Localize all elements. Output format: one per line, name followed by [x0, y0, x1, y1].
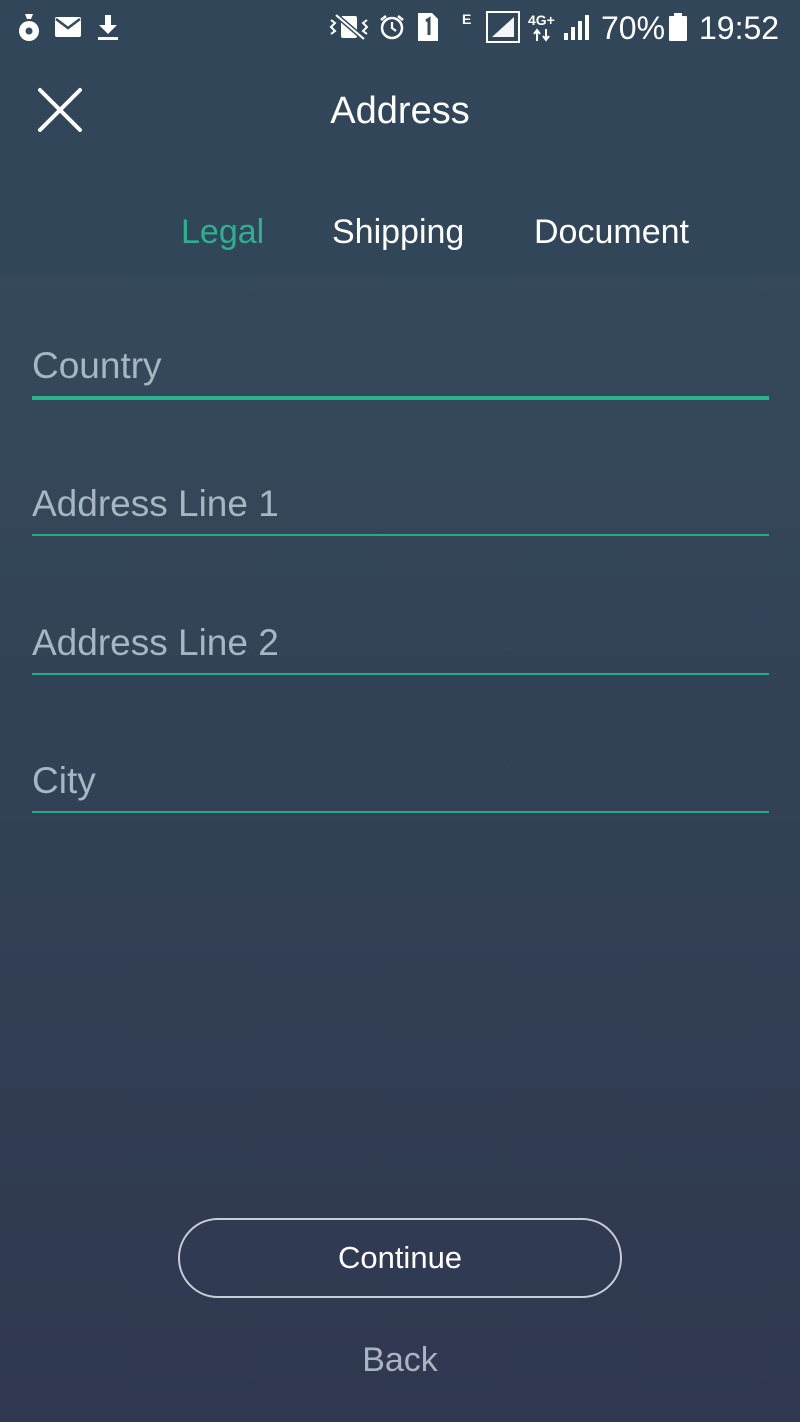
city-underline: [32, 811, 769, 813]
4g-label: 4G+: [528, 12, 555, 28]
country-input[interactable]: [32, 336, 769, 396]
battery-percent: 70%: [601, 10, 666, 46]
city-field: [32, 751, 769, 813]
address-line-1-input[interactable]: [32, 474, 769, 534]
address-line-1-field: [32, 474, 769, 536]
continue-button[interactable]: Continue: [178, 1218, 622, 1298]
tab-document[interactable]: Document: [534, 208, 689, 256]
page-title: Address: [330, 90, 470, 132]
edge-network-label: E: [462, 11, 472, 27]
address-line-2-input[interactable]: [32, 613, 769, 673]
moneybag-icon: [16, 12, 42, 42]
country-field: [32, 336, 769, 400]
address-line-2-underline: [32, 673, 769, 675]
download-icon: [96, 12, 120, 42]
mail-icon: [54, 12, 82, 42]
clock: 19:52: [699, 10, 780, 46]
tab-legal[interactable]: Legal: [181, 208, 264, 256]
signal-icon-2: [562, 12, 592, 42]
alarm-icon: [378, 12, 406, 42]
address-line-1-underline: [32, 534, 769, 536]
data-arrows-icon: [532, 28, 552, 42]
address-line-2-field: [32, 613, 769, 675]
signal-icon: [486, 11, 520, 43]
sim1-icon: [416, 12, 440, 42]
back-button[interactable]: Back: [0, 1338, 800, 1382]
vibrate-icon: [328, 12, 370, 42]
city-input[interactable]: [32, 751, 769, 811]
header: E 4G+ 70% 19:52 Address Legal Shipping D…: [0, 0, 800, 276]
tab-shipping[interactable]: Shipping: [332, 208, 464, 256]
status-bar: E 4G+ 70% 19:52: [0, 0, 800, 56]
battery-icon: [668, 12, 688, 42]
country-underline: [32, 396, 769, 400]
